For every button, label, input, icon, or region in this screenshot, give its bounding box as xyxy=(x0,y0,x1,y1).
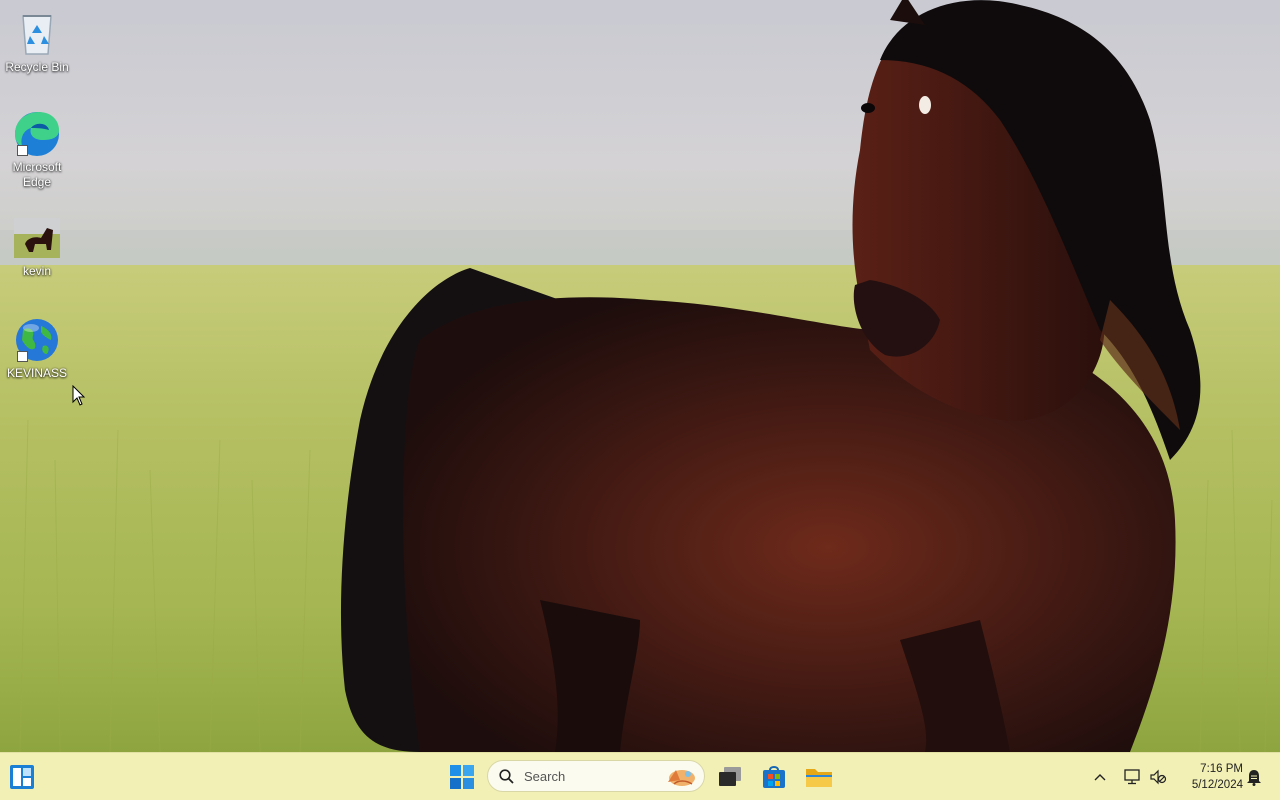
wallpaper-horse-in-field xyxy=(0,0,1280,752)
microsoft-store-button[interactable] xyxy=(756,759,792,795)
desktop-icon-kevinass[interactable]: KEVINASS xyxy=(4,316,70,381)
clock-date: 5/12/2024 xyxy=(1191,779,1243,791)
volume-muted-icon xyxy=(1150,769,1167,785)
desktop-icon-label: KEVINASS xyxy=(6,366,68,380)
volume-button[interactable] xyxy=(1142,759,1174,795)
start-button[interactable] xyxy=(444,759,480,795)
image-file-icon xyxy=(13,214,61,262)
shortcut-arrow-icon xyxy=(17,145,28,156)
task-view-icon xyxy=(719,767,741,786)
search-label: Search xyxy=(524,769,566,784)
widgets-button[interactable] xyxy=(4,759,40,795)
notification-bell-icon xyxy=(1247,770,1261,786)
start-icon xyxy=(450,765,474,789)
desktop-icon-label: Recycle Bin xyxy=(5,60,69,74)
desktop-icon-label: kevin xyxy=(22,264,51,278)
widgets-icon xyxy=(10,765,34,789)
edge-icon xyxy=(13,110,61,158)
desktop-icon-microsoft-edge[interactable]: Microsoft Edge xyxy=(4,110,70,190)
desktop-icon-label: Microsoft Edge xyxy=(12,160,62,189)
desktop-icon-kevin[interactable]: kevin xyxy=(4,214,70,279)
file-explorer-icon xyxy=(806,769,832,787)
network-icon xyxy=(1124,769,1140,785)
store-icon xyxy=(763,766,785,788)
chevron-up-icon xyxy=(1094,774,1106,781)
clock-time: 7:16 PM xyxy=(1200,763,1243,775)
mouse-cursor-icon xyxy=(72,385,86,406)
notification-button[interactable] xyxy=(1240,759,1268,795)
clock[interactable]: 7:16 PM 5/12/2024 xyxy=(1175,761,1243,793)
file-explorer-button[interactable] xyxy=(801,759,837,795)
show-hidden-icons-button[interactable] xyxy=(1084,759,1116,795)
task-view-button[interactable] xyxy=(712,759,748,795)
globe-icon xyxy=(13,316,61,364)
taskbar-search-box[interactable]: Search xyxy=(487,760,705,792)
search-highlight-icon xyxy=(668,770,695,786)
desktop-icon-recycle-bin[interactable]: Recycle Bin xyxy=(4,10,70,75)
recycle-bin-icon xyxy=(13,10,61,58)
search-icon xyxy=(499,769,514,784)
taskbar: Search 7:16 PM 5/12/2024 xyxy=(0,752,1280,800)
shortcut-arrow-icon xyxy=(17,351,28,362)
desktop[interactable]: Recycle Bin Microsoft Edge kevin KEVINAS… xyxy=(0,0,1280,752)
